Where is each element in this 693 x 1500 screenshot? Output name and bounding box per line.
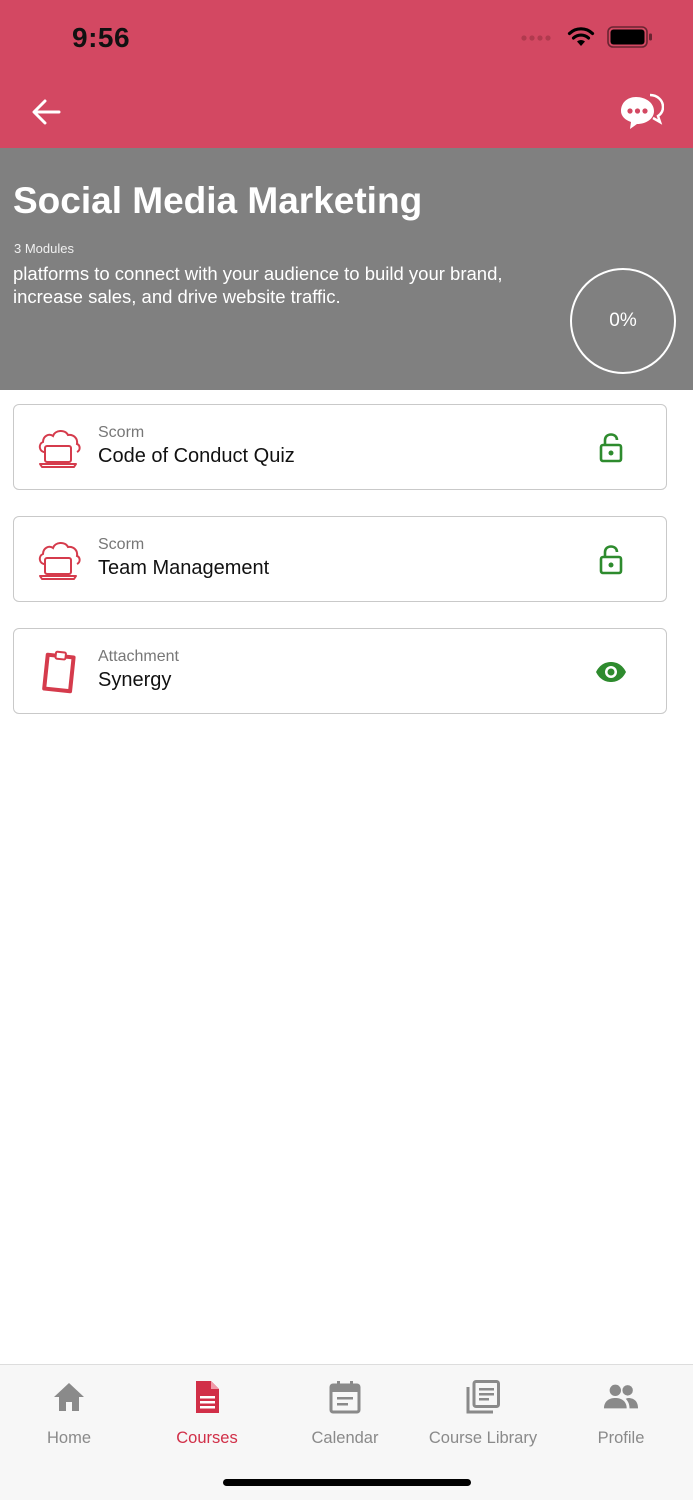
back-button[interactable] [26, 92, 66, 132]
tab-calendar[interactable]: Calendar [276, 1379, 414, 1459]
module-card[interactable]: Attachment Synergy [13, 628, 667, 714]
tab-bar: Home Courses Calendar Course Library Pro… [0, 1364, 693, 1500]
chat-button[interactable] [617, 88, 667, 138]
tab-label: Calendar [311, 1429, 379, 1447]
cloud-laptop-icon [38, 430, 81, 468]
chat-bubbles-icon [621, 93, 664, 129]
module-status[interactable] [594, 431, 628, 465]
cloud-laptop-icon [38, 542, 81, 580]
tab-label: Course Library [428, 1429, 538, 1447]
module-name: Synergy [98, 669, 172, 691]
clipboard-icon [42, 650, 76, 694]
eye-icon [596, 662, 626, 682]
module-card[interactable]: Scorm Team Management [13, 516, 667, 602]
document-icon [196, 1381, 219, 1413]
module-name: Team Management [98, 557, 270, 579]
tab-profile[interactable]: Profile [552, 1379, 690, 1459]
home-indicator [223, 1479, 471, 1486]
tab-course-library[interactable]: Course Library [414, 1379, 552, 1459]
module-type: Scorm [98, 536, 145, 553]
module-card[interactable]: Scorm Code of Conduct Quiz [13, 404, 667, 490]
nav-bar [0, 80, 693, 148]
home-icon [54, 1383, 84, 1411]
battery-icon [607, 26, 652, 48]
tab-label: Profile [597, 1429, 645, 1447]
wifi-icon [567, 27, 595, 46]
tab-courses[interactable]: Courses [138, 1379, 276, 1459]
modules-count: 3 Modules [14, 241, 74, 256]
unlocked-icon [599, 545, 623, 575]
module-type: Attachment [98, 648, 179, 665]
tab-home[interactable]: Home [0, 1379, 138, 1459]
module-status[interactable] [594, 543, 628, 577]
status-time: 9:56 [72, 22, 131, 53]
status-icons [521, 26, 653, 48]
course-description: platforms to connect with your audience … [13, 263, 503, 307]
status-bar: 9:56 [0, 0, 693, 80]
course-header: Social Media Marketing 3 Modules platfor… [0, 148, 693, 390]
arrow-left-icon [32, 99, 61, 125]
tab-label: Home [46, 1429, 91, 1447]
module-name: Code of Conduct Quiz [98, 445, 295, 467]
people-icon [603, 1384, 639, 1409]
library-icon [466, 1380, 500, 1414]
module-status[interactable] [594, 655, 628, 689]
progress-ring: 0% [570, 268, 676, 374]
course-title: Social Media Marketing [13, 180, 423, 221]
unlocked-icon [599, 433, 623, 463]
tab-label: Courses [176, 1429, 238, 1447]
progress-value: 0% [609, 310, 637, 331]
cellular-signal-icon [521, 35, 551, 41]
module-type: Scorm [98, 424, 145, 441]
calendar-icon [329, 1381, 361, 1414]
